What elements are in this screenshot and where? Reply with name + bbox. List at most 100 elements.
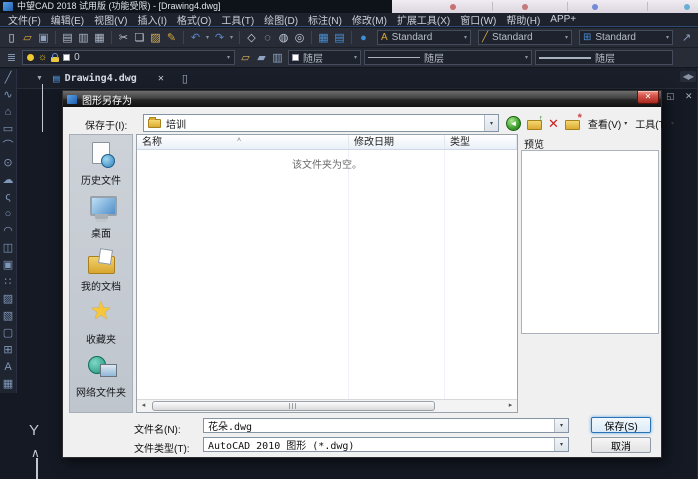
up-one-level-icon[interactable]: ↑	[527, 120, 542, 130]
file-type-select[interactable]: AutoCAD 2010 图形 (*.dwg) ▾	[203, 437, 569, 452]
tools-menu-button[interactable]: 工具(T) ▾	[635, 116, 674, 131]
file-list[interactable]: 名称˄修改日期类型 该文件夹为空。 ◂ ▸	[136, 134, 518, 413]
help-sphere-icon[interactable]: ●	[356, 30, 371, 46]
column-header-1[interactable]: 修改日期	[349, 135, 445, 149]
dim-style-combo[interactable]: ╱Standard▾	[478, 30, 572, 45]
make-block-icon[interactable]: ▣	[1, 257, 16, 273]
menu-item-2[interactable]: 视图(V)	[94, 12, 127, 27]
place-favorites[interactable]: 收藏夹	[70, 300, 132, 353]
layer-on-icon[interactable]	[27, 54, 34, 61]
lineweight-combo[interactable]: 随层	[535, 50, 673, 65]
restore-window-icon[interactable]: ◱	[666, 91, 675, 102]
scroll-left-icon[interactable]: ◂	[137, 400, 150, 412]
panel-collapse-icon[interactable]: ◀▶	[680, 71, 696, 82]
chevron-down-icon[interactable]: ▾	[565, 34, 568, 41]
scrollbar-track[interactable]	[150, 400, 504, 413]
print-icon[interactable]: ▤	[60, 30, 75, 46]
print-preview-icon[interactable]: ▥	[76, 30, 91, 46]
dialog-close-button[interactable]: ✕	[637, 91, 659, 104]
circle-icon[interactable]: ⊙	[1, 155, 16, 171]
save-in-combo[interactable]: 培训 ▾	[143, 114, 499, 132]
polyline-icon[interactable]: ∿	[1, 87, 16, 103]
chevron-down-icon[interactable]: ▾	[554, 438, 568, 451]
scrollbar-thumb[interactable]	[152, 401, 435, 411]
table-icon[interactable]: ▦	[316, 30, 331, 46]
table-icon[interactable]: ⊞	[1, 342, 16, 358]
file-list-body[interactable]: 该文件夹为空。	[137, 150, 517, 399]
delete-icon[interactable]: ✕	[548, 116, 559, 131]
column-header-0[interactable]: 名称˄	[137, 135, 349, 149]
menu-item-0[interactable]: 文件(F)	[8, 12, 41, 27]
cancel-button[interactable]: 取消	[591, 437, 651, 453]
open-folder-icon[interactable]: ▱	[20, 30, 35, 46]
polygon-icon[interactable]: ⌂	[1, 104, 16, 120]
close-window-icon[interactable]: ✕	[685, 91, 693, 102]
copy-icon[interactable]: ❏	[132, 30, 147, 46]
menu-item-6[interactable]: 绘图(D)	[264, 12, 298, 27]
spline-icon[interactable]: ς	[1, 189, 16, 205]
tab-close-icon[interactable]: ✕	[158, 73, 164, 84]
place-desktop[interactable]: 桌面	[70, 194, 132, 247]
point-icon[interactable]: ∷	[1, 274, 16, 290]
chevron-down-icon[interactable]: ▾	[227, 54, 230, 61]
menu-item-11[interactable]: 帮助(H)	[506, 12, 540, 27]
back-icon[interactable]: ◄	[506, 116, 521, 131]
menu-item-3[interactable]: 插入(I)	[137, 12, 166, 27]
zoom-window-icon[interactable]: ◍	[276, 30, 291, 46]
horizontal-scrollbar[interactable]: ◂ ▸	[137, 399, 517, 412]
chevron-down-icon[interactable]: ▾	[484, 115, 498, 131]
region-icon[interactable]: ▢	[1, 325, 16, 341]
chevron-down-icon[interactable]: ▾	[666, 34, 669, 41]
chevron-down-icon[interactable]: ▾	[464, 34, 467, 41]
menu-item-4[interactable]: 格式(O)	[177, 12, 211, 27]
color-combo[interactable]: 随层 ▾	[288, 50, 361, 65]
make-object-layer-current-icon[interactable]: ▱	[238, 50, 253, 66]
rectangle-icon[interactable]: ▭	[1, 121, 16, 137]
chevron-down-icon[interactable]: ▾	[525, 54, 528, 61]
insert-block-icon[interactable]: ◫	[1, 240, 16, 256]
chevron-down-icon[interactable]: ▾	[354, 54, 357, 61]
view-menu-button[interactable]: 查看(V) ▾	[588, 116, 627, 131]
menu-item-7[interactable]: 标注(N)	[308, 12, 342, 27]
place-history[interactable]: 历史文件	[70, 141, 132, 194]
redo-dropdown-icon[interactable]: ▾	[228, 30, 235, 46]
place-network[interactable]: 网络文件夹	[70, 353, 132, 406]
new-drawing-icon[interactable]: ▯	[182, 72, 188, 85]
scroll-right-icon[interactable]: ▸	[504, 400, 517, 412]
zoom-realtime-icon[interactable]: ◌	[260, 30, 275, 46]
ellipse-icon[interactable]: ○	[1, 206, 16, 222]
mtext-icon[interactable]: A	[1, 359, 16, 375]
menu-item-1[interactable]: 编辑(E)	[51, 12, 84, 27]
publish-icon[interactable]: ▦	[92, 30, 107, 46]
undo-dropdown-icon[interactable]: ▾	[204, 30, 211, 46]
chevron-down-icon[interactable]: ▾	[554, 419, 568, 432]
paste-icon[interactable]: ▨	[148, 30, 163, 46]
text-style-combo[interactable]: AStandard▾	[377, 30, 471, 45]
zoom-previous-icon[interactable]: ◎	[292, 30, 307, 46]
field-icon[interactable]: ▤	[332, 30, 347, 46]
menu-item-5[interactable]: 工具(T)	[221, 12, 254, 27]
multiline-icon[interactable]: ▦	[1, 376, 16, 392]
line-icon[interactable]: ╱	[1, 70, 16, 86]
tab-drawing4[interactable]: ▤ Drawing4.dwg ✕	[43, 68, 174, 88]
ellipse-arc-icon[interactable]: ◠	[1, 223, 16, 239]
match-properties-icon[interactable]: ✎	[164, 30, 179, 46]
new-folder-icon[interactable]: *	[565, 120, 580, 130]
undo-icon[interactable]: ↶	[188, 30, 203, 46]
gradient-icon[interactable]: ▧	[1, 308, 16, 324]
layer-freeze-icon[interactable]: ☼	[38, 53, 47, 63]
quick-dimension-icon[interactable]: ↗	[679, 30, 694, 46]
redo-icon[interactable]: ↷	[212, 30, 227, 46]
file-name-input[interactable]: 花朵.dwg ▾	[203, 418, 569, 433]
layer-combo[interactable]: ☼ 0 ▾	[22, 50, 235, 65]
pan-icon[interactable]: ◇	[244, 30, 259, 46]
save-icon[interactable]: ▣	[36, 30, 51, 46]
linetype-combo[interactable]: 随层 ▾	[364, 50, 532, 65]
menu-item-10[interactable]: 窗口(W)	[460, 12, 496, 27]
cut-icon[interactable]: ✂	[116, 30, 131, 46]
layer-states-icon[interactable]: ▥	[270, 50, 285, 66]
menu-item-9[interactable]: 扩展工具(X)	[397, 12, 450, 27]
layer-previous-icon[interactable]: ▰	[254, 50, 269, 66]
layer-lock-icon[interactable]	[51, 57, 59, 62]
place-my-documents[interactable]: 我的文档	[70, 247, 132, 300]
